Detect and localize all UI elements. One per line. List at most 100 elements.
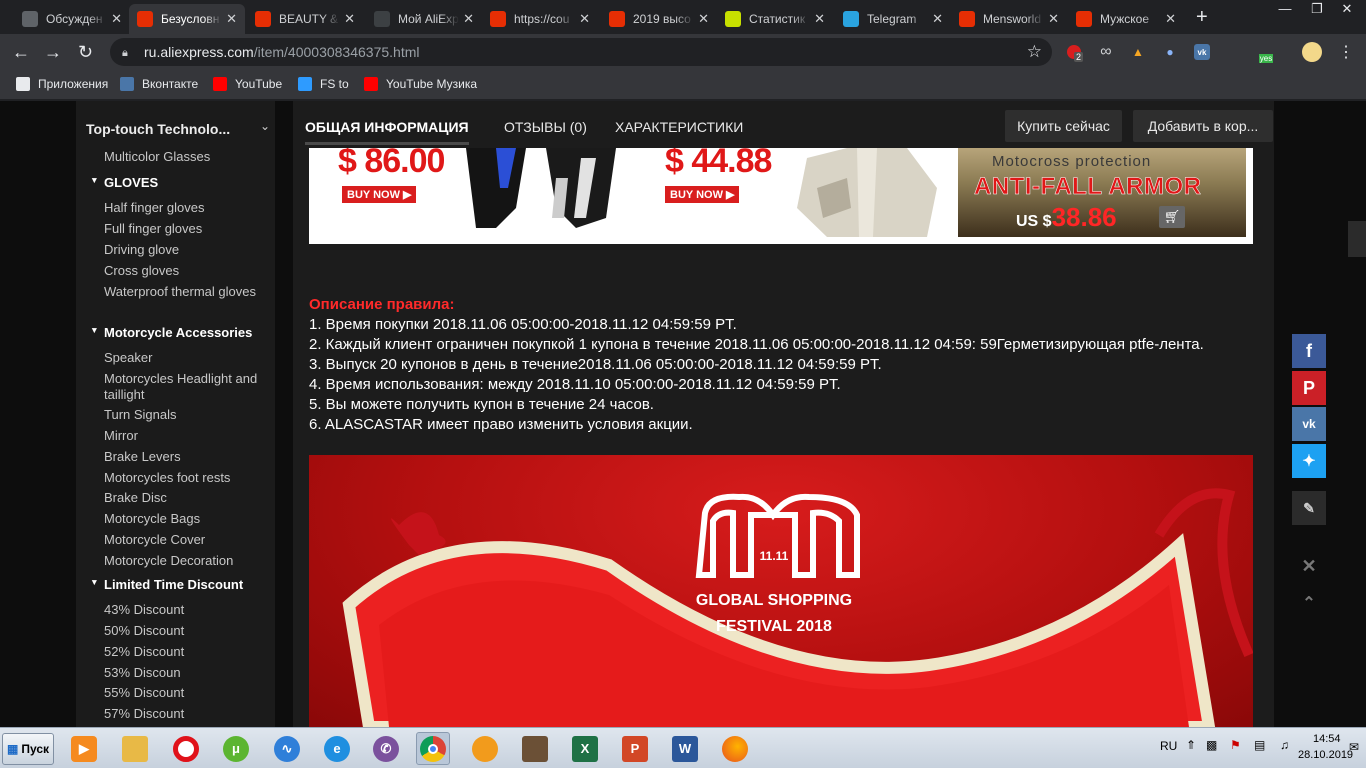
buy-now-badge[interactable]: BUY NOW ▶ (342, 186, 417, 203)
sidebar-item[interactable]: Speaker (104, 350, 269, 366)
close-tab-icon[interactable]: ✕ (1048, 11, 1059, 27)
sidebar-item[interactable]: Motorcycle Bags (104, 511, 269, 527)
vk-extension-icon[interactable]: vk (1192, 42, 1212, 62)
bookmark-3[interactable]: YouTube (213, 77, 282, 91)
adblock-extension-icon[interactable]: 2 (1064, 42, 1084, 62)
close-tab-icon[interactable]: ✕ (932, 11, 943, 27)
bookmark-1[interactable]: Приложения (16, 77, 108, 91)
sidebar-item[interactable]: Brake Disc (104, 490, 269, 506)
media-player-icon[interactable]: ▶ (67, 732, 101, 765)
show-hidden-icons[interactable]: ⇑ (1186, 738, 1196, 752)
powerpoint-icon[interactable]: P (618, 732, 652, 765)
tab-7[interactable]: Статистик ✕ (717, 4, 833, 34)
tab-5[interactable]: https://cou ✕ (482, 4, 598, 34)
close-tab-icon[interactable]: ✕ (698, 11, 709, 27)
scroll-indicator[interactable] (1348, 221, 1366, 257)
close-tab-icon[interactable]: ✕ (463, 11, 474, 27)
utorrent-icon[interactable]: μ (219, 732, 253, 765)
viber-icon[interactable]: ✆ (369, 732, 403, 765)
sidebar-item[interactable]: 50% Discount (104, 623, 269, 639)
buy-now-badge[interactable]: BUY NOW ▶ (665, 186, 740, 203)
back-icon[interactable]: ← (12, 42, 30, 63)
tab-specs[interactable]: ХАРАКТЕРИСТИКИ (615, 119, 743, 135)
sidebar-item[interactable]: Half finger gloves (104, 200, 269, 216)
facebook-share-icon[interactable]: f (1292, 334, 1326, 368)
sidebar-item[interactable]: 53% Discoun (104, 665, 269, 681)
tab-3[interactable]: BEAUTY & ✕ (247, 4, 363, 34)
volume-icon[interactable]: ♫ (1280, 738, 1289, 752)
tab-general-info[interactable]: ОБЩАЯ ИНФОРМАЦИЯ (305, 119, 469, 145)
close-window-button[interactable]: ✕ (1332, 0, 1362, 20)
minimize-button[interactable]: — (1270, 0, 1300, 20)
chevron-down-icon[interactable]: ⌄ (260, 119, 270, 133)
scroll-top-icon[interactable]: ⌃ (1292, 586, 1326, 620)
sidebar-item[interactable]: Mirror (104, 428, 269, 444)
close-tab-icon[interactable]: ✕ (344, 11, 355, 27)
sidebar-item[interactable]: Brake Levers (104, 449, 269, 465)
vk-share-icon[interactable]: vk (1292, 407, 1326, 441)
armor-promo[interactable]: Motocross protection ANTI-FALL ARMOR US … (958, 148, 1246, 237)
reload-icon[interactable]: ↻ (78, 42, 93, 63)
cleaner-icon[interactable] (468, 732, 502, 765)
tab-10[interactable]: Мужское ✕ (1068, 4, 1184, 34)
profile-avatar[interactable] (1302, 42, 1322, 62)
bookmark-star-icon[interactable]: ☆ (1027, 42, 1042, 62)
add-to-cart-button[interactable]: Добавить в кор... (1133, 110, 1273, 142)
sidebar-category[interactable]: GLOVES (104, 175, 158, 190)
menu-kebab-icon[interactable]: ⋮ (1336, 42, 1356, 62)
address-bar[interactable]: 🔒︎ ru.aliexpress.com/item/4000308346375.… (110, 38, 1052, 66)
sidebar-category[interactable]: Motorcycle Accessories (104, 325, 252, 340)
twitter-share-icon[interactable]: ✦ (1292, 444, 1326, 478)
product-card-2[interactable]: $ 44.88 BUY NOW ▶ (637, 148, 953, 237)
lock-extension-icon[interactable]: ● (1160, 42, 1180, 62)
sidebar-item[interactable]: Cross gloves (104, 263, 269, 279)
network-icon[interactable]: ▩ (1206, 738, 1217, 752)
clock-date[interactable]: 28.10.2019 (1298, 749, 1353, 761)
start-button[interactable]: ▦ Пуск (2, 733, 54, 765)
close-tab-icon[interactable]: ✕ (1165, 11, 1176, 27)
game-icon[interactable] (518, 732, 552, 765)
tab-4[interactable]: Мой AliExp ✕ (366, 4, 482, 34)
sidebar-item[interactable]: Full finger gloves (104, 221, 269, 237)
firefox-icon[interactable] (718, 732, 752, 765)
tab-6[interactable]: 2019 высо ✕ (601, 4, 717, 34)
sidebar-item[interactable]: 43% Discount (104, 602, 269, 618)
buy-now-button[interactable]: Купить сейчас (1005, 110, 1122, 142)
edit-pencil-icon[interactable]: ✎ (1292, 491, 1326, 525)
close-tab-icon[interactable]: ✕ (111, 11, 122, 27)
sidebar-item[interactable]: Motorcycle Decoration (104, 553, 269, 569)
close-tab-icon[interactable]: ✕ (226, 11, 237, 27)
app-swirl-icon[interactable]: ∿ (270, 732, 304, 765)
security-icon[interactable]: ⚑ (1230, 738, 1241, 752)
restore-button[interactable]: ❐ (1302, 0, 1332, 20)
notification-icon[interactable]: ✉ (1349, 740, 1359, 754)
tab-reviews[interactable]: ОТЗЫВЫ (0) (504, 119, 587, 135)
sidebar-category[interactable]: Limited Time Discount (104, 577, 243, 592)
product-card-1[interactable]: $ 86.00 BUY NOW ▶ (316, 148, 632, 237)
tab-8[interactable]: Telegram ✕ (835, 4, 951, 34)
cart-icon[interactable]: 🛒︎ (1159, 206, 1185, 228)
pinterest-share-icon[interactable]: P (1292, 371, 1326, 405)
sidebar-item[interactable]: Motorcycles foot rests (104, 470, 269, 486)
infinity-extension-icon[interactable]: ∞ (1096, 42, 1116, 62)
store-name[interactable]: Top-touch Technolo... (86, 121, 230, 137)
new-tab-button[interactable]: + (1196, 6, 1208, 29)
sidebar-item[interactable]: Turn Signals (104, 407, 269, 423)
excel-icon[interactable]: X (568, 732, 602, 765)
sidebar-item[interactable]: 55% Discount (104, 685, 269, 701)
fox-extension-icon[interactable]: ▲ (1128, 42, 1148, 62)
forward-icon[interactable]: → (44, 42, 62, 63)
internet-explorer-icon[interactable]: e (320, 732, 354, 765)
close-tab-icon[interactable]: ✕ (579, 11, 590, 27)
yes-extension-icon[interactable]: yes (1254, 42, 1278, 63)
tab-2[interactable]: Безусловн ✕ (129, 4, 245, 34)
file-explorer-icon[interactable] (118, 732, 152, 765)
clipboard-icon[interactable]: ▤ (1254, 738, 1265, 752)
word-icon[interactable]: W (668, 732, 702, 765)
bookmark-4[interactable]: FS to (298, 77, 349, 91)
chrome-icon[interactable] (416, 732, 450, 765)
bookmark-5[interactable]: YouTube Музика (364, 77, 477, 91)
sidebar-item[interactable]: Motorcycle Cover (104, 532, 269, 548)
close-share-icon[interactable]: ✕ (1292, 549, 1326, 583)
clock-time[interactable]: 14:54 (1313, 733, 1341, 745)
